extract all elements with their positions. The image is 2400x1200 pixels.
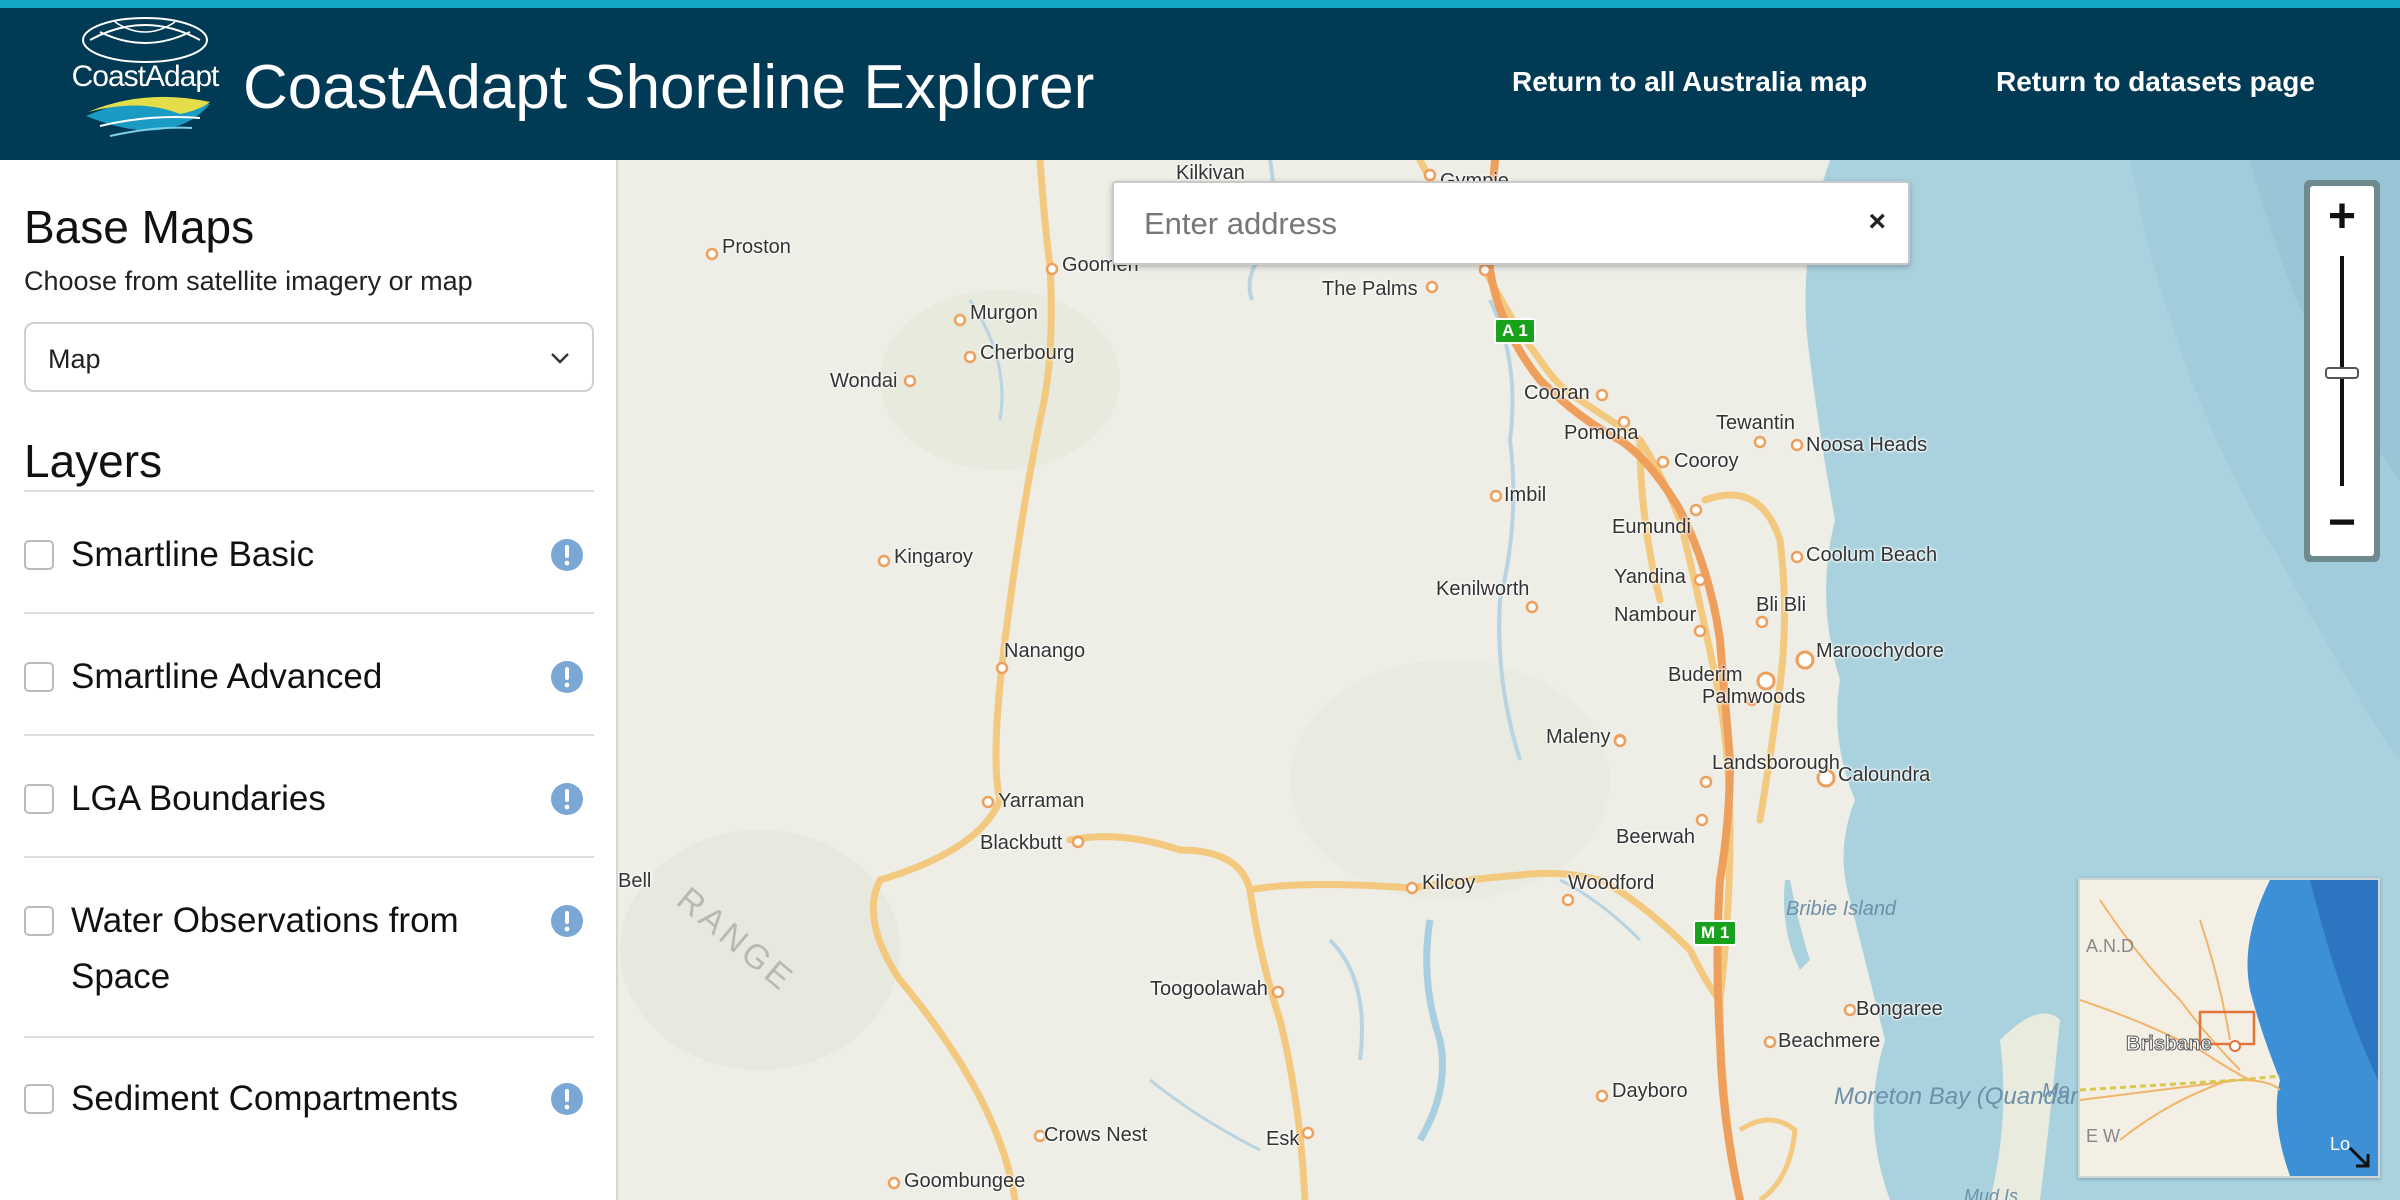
place-label: Proston xyxy=(722,236,791,258)
place-label: Cooran xyxy=(1524,382,1590,404)
layer-label: LGA Boundaries xyxy=(71,779,326,818)
place-label: Maroochydore xyxy=(1816,640,1944,662)
address-search[interactable]: × xyxy=(1112,181,1910,265)
nav-return-australia-map[interactable]: Return to all Australia map xyxy=(1512,66,1867,98)
zoom-control: + − xyxy=(2304,180,2380,562)
logo-text: CoastAdapt xyxy=(71,60,220,93)
layer-divider xyxy=(24,734,594,736)
layers-heading: Layers xyxy=(24,435,163,487)
chevron-down-icon xyxy=(551,353,569,364)
info-icon[interactable] xyxy=(550,1082,584,1116)
place-label: Coolum Beach xyxy=(1806,544,1938,566)
zoom-control-body: + − xyxy=(2310,186,2374,556)
layer-divider xyxy=(24,856,594,858)
place-label: Cherbourg xyxy=(980,342,1075,364)
overview-expand-icon[interactable] xyxy=(2344,1142,2374,1172)
water-label-mo: Mo xyxy=(2042,1080,2070,1102)
zoom-in-button[interactable]: + xyxy=(2310,186,2374,250)
address-search-input[interactable] xyxy=(1142,201,1826,247)
place-label: Toogoolawah xyxy=(1150,978,1268,1000)
water-label-bribie-island: Bribie Island xyxy=(1786,898,1897,920)
zoom-out-button[interactable]: − xyxy=(2310,492,2374,556)
place-label: Eumundi xyxy=(1612,516,1691,538)
layer-checkbox-sediment-compartments[interactable] xyxy=(24,1084,54,1114)
base-maps-heading: Base Maps xyxy=(24,201,255,253)
place-label: Blackbutt xyxy=(980,832,1063,854)
info-icon[interactable] xyxy=(550,782,584,816)
app-title: CoastAdapt Shoreline Explorer xyxy=(243,53,1095,122)
header-accent-bar xyxy=(0,0,2400,8)
place-label: Goombungee xyxy=(904,1170,1026,1192)
place-label: The Palms xyxy=(1322,278,1418,300)
layer-checkbox-smartline-advanced[interactable] xyxy=(24,662,54,692)
layer-divider xyxy=(24,1036,594,1038)
layer-checkbox-lga-boundaries[interactable] xyxy=(24,784,54,814)
base-map-select[interactable]: Map xyxy=(24,322,594,392)
place-label: Esk xyxy=(1266,1128,1300,1150)
app-header: CoastAdapt CoastAdapt Shoreline Explorer… xyxy=(0,8,2400,160)
road-shield-a1: A 1 xyxy=(1494,318,1536,344)
layer-checkbox-smartline-basic[interactable] xyxy=(24,540,54,570)
layers-divider xyxy=(24,490,594,492)
road-shield-m1: M 1 xyxy=(1693,920,1738,946)
place-label: Bongaree xyxy=(1856,998,1943,1020)
place-label: Noosa Heads xyxy=(1806,434,1928,456)
layer-label: Sediment Compartments xyxy=(71,1079,459,1118)
place-label: Bli Bli xyxy=(1756,594,1807,616)
place-label: Crows Nest xyxy=(1044,1124,1148,1146)
place-label: Murgon xyxy=(970,302,1038,324)
overview-label: A.N.D xyxy=(2086,936,2134,956)
zoom-slider[interactable] xyxy=(2310,256,2374,486)
place-label: Beachmere xyxy=(1778,1030,1881,1052)
overview-label-brisbane: Brisbane xyxy=(2126,1033,2212,1055)
place-label: Caloundra xyxy=(1838,764,1931,786)
place-label: Dayboro xyxy=(1612,1080,1688,1102)
place-label: Palmwoods xyxy=(1702,686,1806,708)
zoom-slider-handle[interactable] xyxy=(2325,367,2359,379)
place-label: Landsborough xyxy=(1712,752,1840,774)
place-label: Beerwah xyxy=(1616,826,1695,848)
place-label: Yarraman xyxy=(998,790,1085,812)
nav-return-datasets-page[interactable]: Return to datasets page xyxy=(1996,66,2315,98)
overview-minimap[interactable]: A.N.D Brisbane E W Lo xyxy=(2078,878,2380,1178)
place-label: Wondai xyxy=(830,370,898,392)
place-label: Kingaroy xyxy=(894,546,973,568)
layer-label: Smartline Advanced xyxy=(71,657,383,696)
layer-checkbox-water-observations[interactable] xyxy=(24,906,54,936)
place-label: Pomona xyxy=(1564,422,1639,444)
sidebar: Base Maps Choose from satellite imagery … xyxy=(0,160,618,1200)
place-label: Bell xyxy=(618,870,652,892)
layer-divider xyxy=(24,612,594,614)
place-label: Yandina xyxy=(1614,566,1686,588)
place-label: Maleny xyxy=(1546,726,1611,748)
place-label: Kilcoy xyxy=(1422,872,1476,894)
place-label: Nambour xyxy=(1614,604,1697,626)
info-icon[interactable] xyxy=(550,660,584,694)
layer-label: Water Observations from Space xyxy=(71,901,459,996)
info-icon[interactable] xyxy=(550,904,584,938)
overview-label: E W xyxy=(2086,1126,2120,1146)
place-label: Cooroy xyxy=(1674,450,1739,472)
place-label: Nanango xyxy=(1004,640,1086,662)
clear-search-button[interactable]: × xyxy=(1868,205,1886,239)
place-label: Buderim xyxy=(1668,664,1743,686)
coastadapt-logo[interactable]: CoastAdapt xyxy=(60,10,230,155)
place-label: Tewantin xyxy=(1716,412,1795,434)
place-label: Imbil xyxy=(1504,484,1547,506)
place-label: Kenilworth xyxy=(1436,578,1530,600)
water-label-mud-island: Mud Is xyxy=(1964,1186,2019,1200)
info-icon[interactable] xyxy=(550,538,584,572)
base-map-selected-value: Map xyxy=(48,344,101,374)
water-label-moreton-bay: Moreton Bay (Quandamook) xyxy=(1834,1083,2137,1110)
place-label: Woodford xyxy=(1568,872,1655,894)
base-maps-subtitle: Choose from satellite imagery or map xyxy=(24,266,473,296)
layer-label: Smartline Basic xyxy=(71,535,315,574)
overview-map-graphics: A.N.D Brisbane E W Lo xyxy=(2080,880,2378,1176)
